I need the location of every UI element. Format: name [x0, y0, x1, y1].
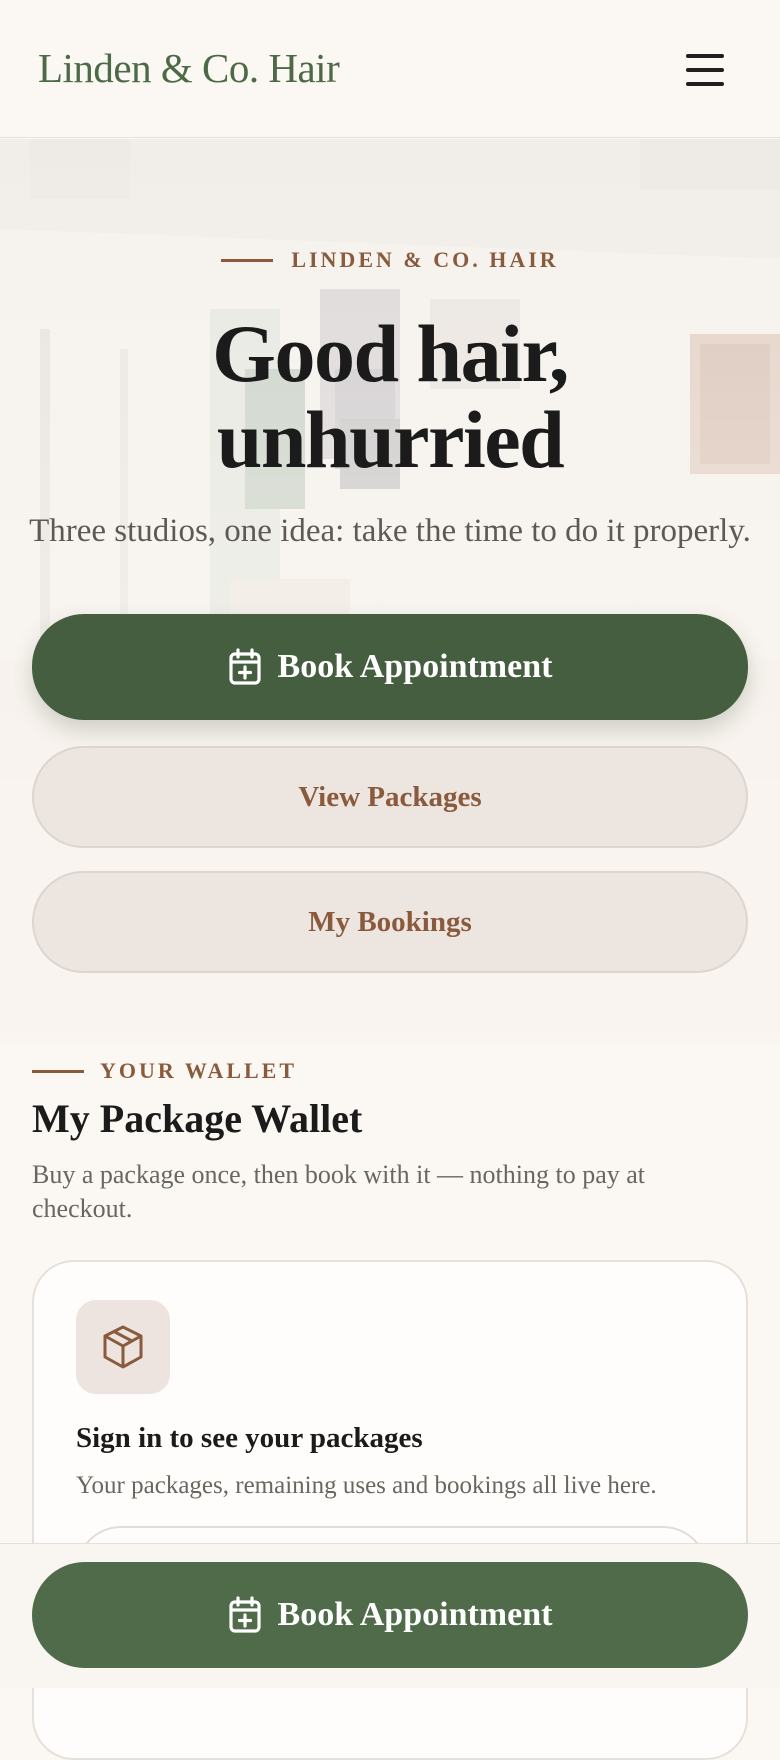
sticky-book-appointment-label: Book Appointment: [277, 1596, 553, 1633]
wallet-description: Buy a package once, then book with it — …: [32, 1160, 646, 1223]
brand-logo-text[interactable]: Linden & Co. Hair: [38, 44, 340, 92]
hamburger-menu-icon[interactable]: [680, 50, 730, 90]
hero-title-line-1: Good hair,: [212, 308, 569, 399]
calendar-plus-icon: [228, 648, 262, 686]
my-bookings-label: My Bookings: [308, 905, 472, 938]
sticky-bottom-bar: Book Appointment: [0, 1543, 780, 1688]
card-title: Sign in to see your packages: [76, 1422, 423, 1454]
wallet-eyebrow: YOUR WALLET: [100, 1058, 298, 1083]
sticky-book-appointment-button[interactable]: Book Appointment: [32, 1562, 748, 1668]
hero-subtitle: Three studios, one idea: take the time t…: [29, 513, 751, 549]
view-packages-label: View Packages: [298, 780, 482, 813]
site-header: Linden & Co. Hair: [0, 0, 780, 138]
eyebrow-dash: [221, 258, 274, 262]
view-packages-button[interactable]: View Packages: [32, 746, 748, 848]
menu-line: [686, 54, 724, 58]
wallet-title: My Package Wallet: [32, 1096, 363, 1141]
hero-title: Good hair, unhurried: [0, 311, 780, 483]
hero-section: LINDEN & CO. HAIR Good hair, unhurried T…: [0, 139, 780, 1044]
book-appointment-button[interactable]: Book Appointment: [32, 614, 748, 720]
hero-eyebrow: LINDEN & CO. HAIR: [291, 247, 559, 272]
menu-line: [686, 68, 724, 72]
hero-title-line-2: unhurried: [216, 394, 565, 485]
book-appointment-label: Book Appointment: [277, 648, 553, 685]
wallet-eyebrow-dash: [32, 1070, 84, 1073]
package-box-icon: [76, 1300, 170, 1394]
hero-eyebrow-row: LINDEN & CO. HAIR: [0, 247, 780, 273]
my-bookings-button[interactable]: My Bookings: [32, 871, 748, 973]
menu-line: [686, 82, 724, 86]
calendar-plus-icon: [228, 1596, 262, 1634]
card-description: Your packages, remaining uses and bookin…: [76, 1472, 657, 1499]
